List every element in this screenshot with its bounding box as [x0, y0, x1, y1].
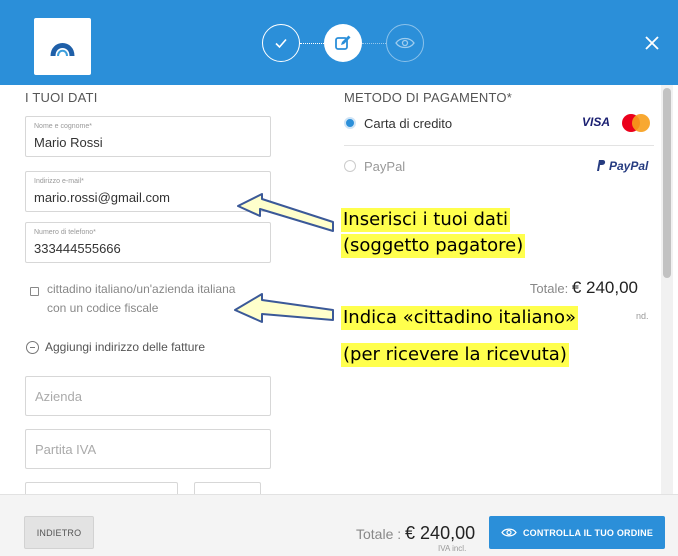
annotation-citizen-line1: Indica «cittadino italiano»: [341, 306, 578, 330]
arrow-to-personal-data: [237, 193, 334, 232]
annotation-data-line1: Inserisci i tuoi dati: [341, 208, 511, 232]
annotation-arrows: [234, 193, 334, 323]
arrow-to-citizen-checkbox: [234, 293, 334, 323]
annotation-data-line2: (soggetto pagatore): [341, 234, 526, 258]
annotation-citizen-line2: (per ricevere la ricevuta): [341, 343, 569, 367]
